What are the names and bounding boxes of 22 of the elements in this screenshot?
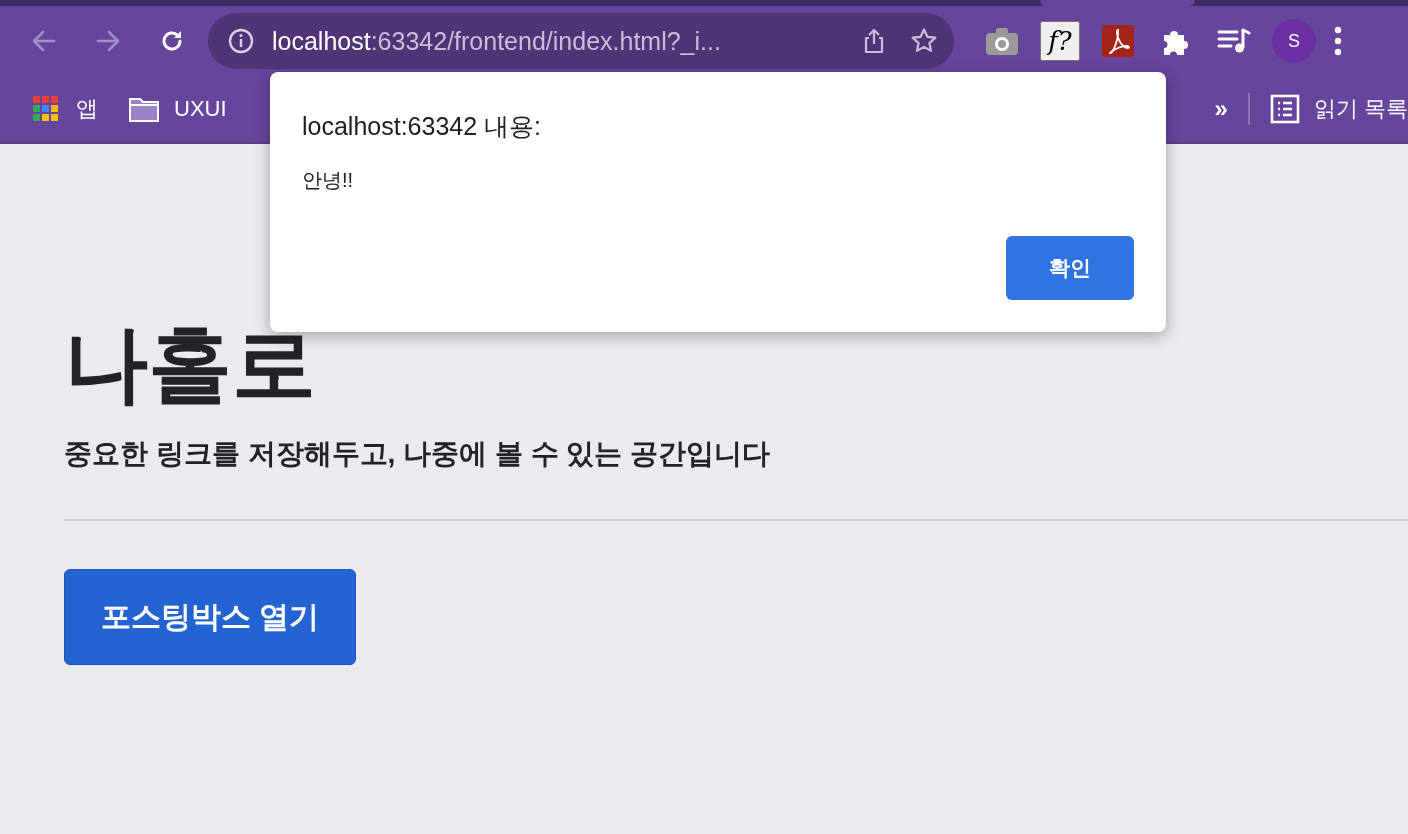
dialog-title: localhost:63342 내용: — [302, 111, 543, 142]
bookmark[interactable]: UXUI — [128, 95, 227, 123]
url-text: localhost:63342/frontend/index.html?_i... — [272, 26, 722, 56]
extension-button[interactable]: f? — [1040, 21, 1080, 61]
list-icon — [1269, 94, 1300, 124]
confirm-button[interactable]: 확인 — [1006, 236, 1134, 300]
pdf-icon[interactable] — [1102, 25, 1134, 57]
star-icon[interactable] — [910, 27, 938, 55]
profile-avatar[interactable]: S — [1272, 19, 1316, 63]
camera-icon[interactable] — [985, 26, 1019, 56]
menu-icon[interactable] — [1334, 26, 1342, 56]
playlist-icon[interactable] — [1217, 26, 1251, 56]
folder-icon — [128, 95, 160, 123]
address-bar[interactable]: localhost:63342/frontend/index.html?_i... — [208, 13, 954, 69]
bookmark[interactable]: 앱 — [30, 94, 98, 124]
dialog-message: 안녕!! — [302, 168, 355, 193]
info-icon[interactable] — [228, 28, 254, 54]
more-bookmarks-button[interactable]: » — [1214, 95, 1228, 123]
reading-list-button[interactable]: 읽기 목록 — [1269, 94, 1408, 124]
page-subtitle: 중요한 링크를 저장해두고, 나중에 볼 수 있는 공간입니다 — [64, 437, 772, 471]
page-heading: 나홀로 — [64, 316, 317, 413]
open-posting-box-button[interactable]: 포스팅박스 열기 — [64, 569, 356, 665]
